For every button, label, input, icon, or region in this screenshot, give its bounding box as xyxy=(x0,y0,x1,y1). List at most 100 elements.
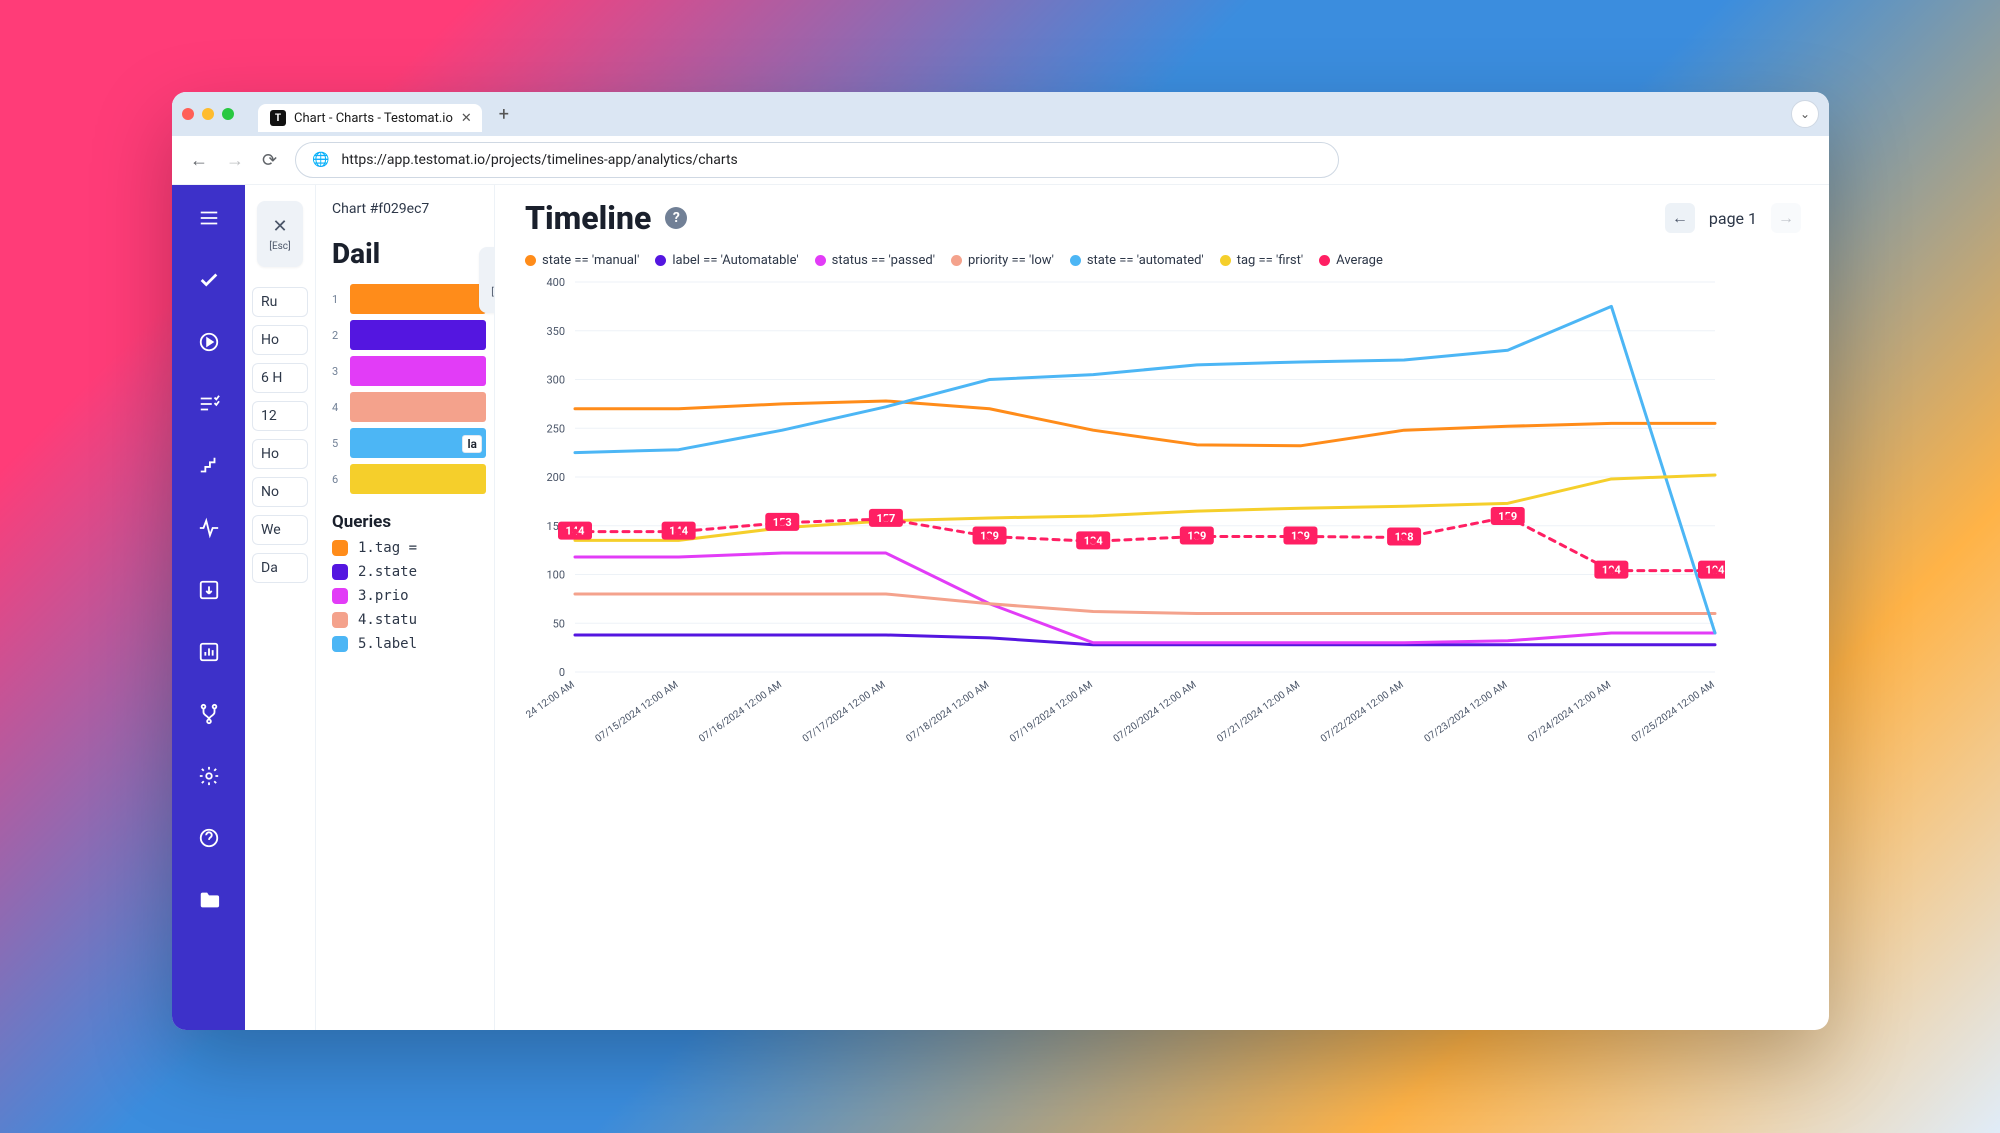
query-item[interactable]: 5.label xyxy=(332,636,486,652)
svg-text:200: 200 xyxy=(546,471,565,484)
drawer-close-button[interactable]: ✕ [Esc] xyxy=(479,247,495,313)
chart-name-heading: Dail xyxy=(332,237,486,270)
series-swatch[interactable]: 3 xyxy=(332,356,486,386)
legend-label: tag == 'first' xyxy=(1237,253,1303,268)
menu-icon[interactable] xyxy=(198,207,220,229)
legend-item[interactable]: state == 'manual' xyxy=(525,253,639,268)
side-nav xyxy=(172,185,245,1030)
gear-icon[interactable] xyxy=(198,765,220,787)
legend-item[interactable]: tag == 'first' xyxy=(1220,253,1303,268)
preset-chip[interactable]: Ru xyxy=(252,287,308,317)
legend-dot-icon xyxy=(1319,255,1330,266)
favicon-icon: T xyxy=(270,110,286,126)
query-item[interactable]: 3.prio xyxy=(332,588,486,604)
series-swatch[interactable]: 4 xyxy=(332,392,486,422)
svg-text:07/24/2024 12:00 AM: 07/24/2024 12:00 AM xyxy=(1526,679,1613,744)
steps-icon[interactable] xyxy=(198,455,220,477)
browser-tab[interactable]: T Chart - Charts - Testomat.io ✕ xyxy=(258,104,482,132)
help-icon[interactable] xyxy=(198,827,220,849)
svg-text:250: 250 xyxy=(546,422,565,435)
svg-text:300: 300 xyxy=(546,374,565,387)
preset-chip[interactable]: We xyxy=(252,515,308,545)
legend-item[interactable]: Average xyxy=(1319,253,1383,268)
svg-text:07/18/2024 12:00 AM: 07/18/2024 12:00 AM xyxy=(904,679,991,744)
svg-text:07/23/2024 12:00 AM: 07/23/2024 12:00 AM xyxy=(1423,679,1510,744)
page-title: Timeline xyxy=(525,199,651,237)
svg-text:07/21/2024 12:00 AM: 07/21/2024 12:00 AM xyxy=(1215,679,1302,744)
series-swatch[interactable]: 5la xyxy=(332,428,486,458)
query-color-icon xyxy=(332,588,348,604)
legend-label: state == 'manual' xyxy=(542,253,639,268)
branch-icon[interactable] xyxy=(198,703,220,725)
forward-icon[interactable]: → xyxy=(226,150,244,171)
chart-title-bar: Timeline ? ← page 1 → xyxy=(525,199,1801,237)
query-item[interactable]: 4.statu xyxy=(332,612,486,628)
close-tab-icon[interactable]: ✕ xyxy=(461,111,472,126)
url-text: https://app.testomat.io/projects/timelin… xyxy=(342,152,738,168)
svg-text:07/25/2024 12:00 AM: 07/25/2024 12:00 AM xyxy=(1630,679,1717,744)
page-indicator: page 1 xyxy=(1709,209,1757,228)
next-page-button[interactable]: → xyxy=(1771,203,1801,233)
app-content: ✕ [Esc] RuHo6 H12HoNoWeDa Chart #f029ec7… xyxy=(172,185,1829,1030)
svg-text:07/16/2024 12:00 AM: 07/16/2024 12:00 AM xyxy=(697,679,784,744)
minimize-window-button[interactable] xyxy=(202,108,214,120)
legend-item[interactable]: state == 'automated' xyxy=(1070,253,1204,268)
tabs-overflow-button[interactable]: ⌄ xyxy=(1791,100,1819,128)
close-window-button[interactable] xyxy=(182,108,194,120)
back-icon[interactable]: ← xyxy=(190,150,208,171)
svg-text:07/22/2024 12:00 AM: 07/22/2024 12:00 AM xyxy=(1319,679,1406,744)
play-icon[interactable] xyxy=(198,331,220,353)
folder-icon[interactable] xyxy=(198,889,220,911)
legend-label: Average xyxy=(1336,253,1383,268)
legend-label: status == 'passed' xyxy=(832,253,935,268)
svg-text:350: 350 xyxy=(546,325,565,338)
series-swatch-list: 1 2 3 4 5la 6 xyxy=(332,284,486,494)
preset-chip[interactable]: No xyxy=(252,477,308,507)
window-controls xyxy=(182,108,234,120)
swatch-index: 3 xyxy=(332,365,340,378)
preset-chip[interactable]: 6 H xyxy=(252,363,308,393)
query-text: 5.label xyxy=(358,636,417,652)
preset-chip[interactable]: Ho xyxy=(252,439,308,469)
help-button[interactable]: ? xyxy=(665,207,687,229)
reload-icon[interactable]: ⟳ xyxy=(262,150,277,171)
breadcrumb: Chart #f029ec7 xyxy=(332,201,486,217)
legend-dot-icon xyxy=(1070,255,1081,266)
queries-list: 1.tag = 2.state 3.prio 4.statu 5.label xyxy=(332,540,486,652)
legend-label: label == 'Automatable' xyxy=(672,253,798,268)
preset-chip[interactable]: 12 xyxy=(252,401,308,431)
panel-close-button[interactable]: ✕ [Esc] xyxy=(257,201,303,267)
swatch-index: 6 xyxy=(332,473,340,486)
checklist-icon[interactable] xyxy=(198,393,220,415)
preset-chip[interactable]: Ho xyxy=(252,325,308,355)
swatch-tag: la xyxy=(462,435,482,453)
query-item[interactable]: 1.tag = xyxy=(332,540,486,556)
swatch-index: 4 xyxy=(332,401,340,414)
chart-plot: 05010015020025030035040024 12:00 AM07/15… xyxy=(525,272,1801,792)
check-icon[interactable] xyxy=(198,269,220,291)
import-icon[interactable] xyxy=(198,579,220,601)
maximize-window-button[interactable] xyxy=(222,108,234,120)
series-swatch[interactable]: 6 xyxy=(332,464,486,494)
svg-text:0: 0 xyxy=(559,666,565,679)
preset-chip[interactable]: Da xyxy=(252,553,308,583)
browser-window: T Chart - Charts - Testomat.io ✕ + ⌄ ← →… xyxy=(172,92,1829,1030)
legend-dot-icon xyxy=(525,255,536,266)
svg-text:07/19/2024 12:00 AM: 07/19/2024 12:00 AM xyxy=(1008,679,1095,744)
legend-label: state == 'automated' xyxy=(1087,253,1204,268)
prev-page-button[interactable]: ← xyxy=(1665,203,1695,233)
pulse-icon[interactable] xyxy=(198,517,220,539)
bar-chart-icon[interactable] xyxy=(198,641,220,663)
series-swatch[interactable]: 1 xyxy=(332,284,486,314)
series-swatch[interactable]: 2 xyxy=(332,320,486,350)
legend-item[interactable]: label == 'Automatable' xyxy=(655,253,798,268)
query-text: 3.prio xyxy=(358,588,409,604)
query-item[interactable]: 2.state xyxy=(332,564,486,580)
new-tab-button[interactable]: + xyxy=(492,102,516,126)
swatch-index: 1 xyxy=(332,293,340,306)
query-color-icon xyxy=(332,636,348,652)
url-input[interactable]: 🌐 https://app.testomat.io/projects/timel… xyxy=(295,142,1339,178)
legend-item[interactable]: status == 'passed' xyxy=(815,253,935,268)
legend-item[interactable]: priority == 'low' xyxy=(951,253,1054,268)
svg-text:07/17/2024 12:00 AM: 07/17/2024 12:00 AM xyxy=(801,679,888,744)
